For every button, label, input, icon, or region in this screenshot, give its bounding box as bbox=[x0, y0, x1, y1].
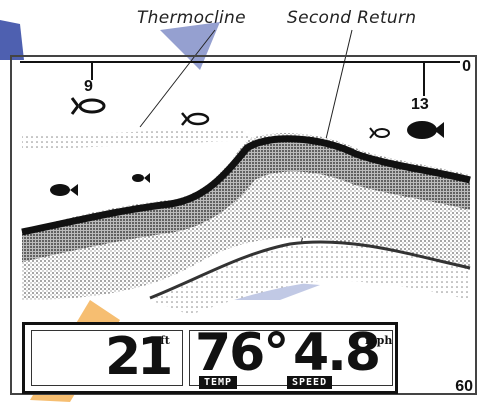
temperature-value: 76° bbox=[195, 323, 289, 383]
fish-depth-label: 13 bbox=[411, 96, 429, 113]
depth-unit: ft bbox=[160, 334, 170, 347]
temp-label: TEMP bbox=[199, 376, 238, 389]
digital-readout: 21 ft 76° 4.8 mph TEMP SPEED bbox=[22, 322, 398, 394]
depth-scale-bottom: 60 bbox=[455, 378, 473, 395]
depth-scale-top: 0 bbox=[462, 58, 471, 75]
speed-unit: mph bbox=[365, 334, 393, 347]
speed-label: SPEED bbox=[287, 376, 333, 389]
fish-depth-label: 9 bbox=[84, 78, 93, 95]
